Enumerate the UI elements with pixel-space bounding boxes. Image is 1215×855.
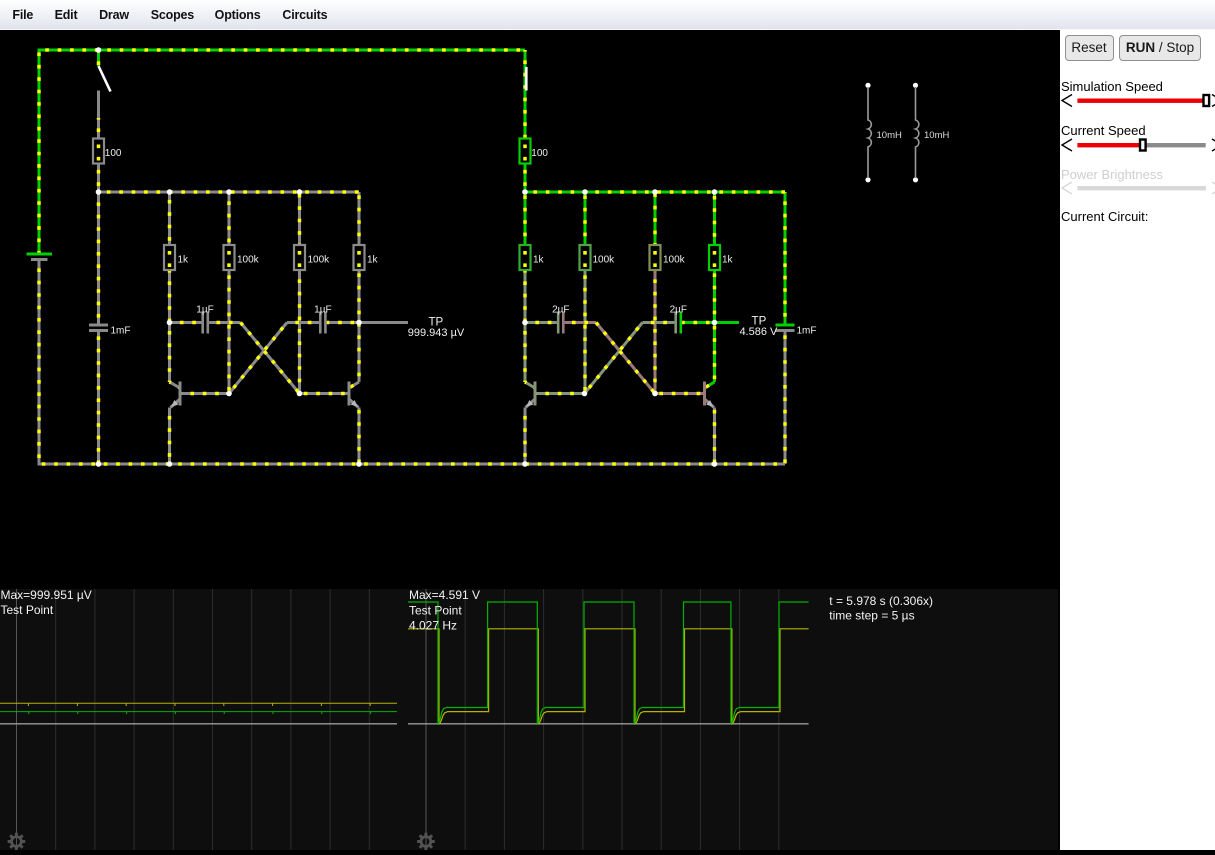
svg-text:1k: 1k	[722, 255, 734, 266]
svg-text:1k: 1k	[178, 255, 190, 266]
svg-text:Test Point: Test Point	[1, 603, 54, 617]
svg-text:999.943 µV: 999.943 µV	[408, 327, 465, 339]
svg-text:time step = 5 µs: time step = 5 µs	[829, 608, 914, 622]
svg-text:1mF: 1mF	[797, 326, 817, 337]
svg-text:4.027 Hz: 4.027 Hz	[409, 619, 457, 633]
svg-text:100: 100	[531, 148, 548, 159]
svg-text:Max=999.951 µV: Max=999.951 µV	[1, 588, 92, 602]
svg-text:100k: 100k	[308, 255, 331, 266]
svg-text:4.586 V: 4.586 V	[739, 326, 778, 338]
svg-text:100k: 100k	[237, 255, 260, 266]
svg-text:1mF: 1mF	[111, 326, 131, 337]
svg-text:2µF: 2µF	[552, 304, 569, 315]
svg-text:100: 100	[105, 148, 122, 159]
svg-text:t = 5.978 s (0.306x): t = 5.978 s (0.306x)	[829, 594, 933, 608]
svg-text:100k: 100k	[593, 255, 616, 266]
svg-text:1µF: 1µF	[196, 304, 213, 315]
svg-text:10mH: 10mH	[924, 130, 949, 141]
svg-text:1k: 1k	[533, 255, 545, 266]
svg-text:2µF: 2µF	[670, 304, 687, 315]
svg-text:10mH: 10mH	[877, 130, 902, 141]
svg-text:100k: 100k	[663, 255, 686, 266]
svg-text:Test Point: Test Point	[409, 603, 462, 617]
svg-text:1k: 1k	[367, 255, 379, 266]
svg-text:1µF: 1µF	[314, 304, 331, 315]
svg-text:Max=4.591 V: Max=4.591 V	[409, 588, 480, 602]
